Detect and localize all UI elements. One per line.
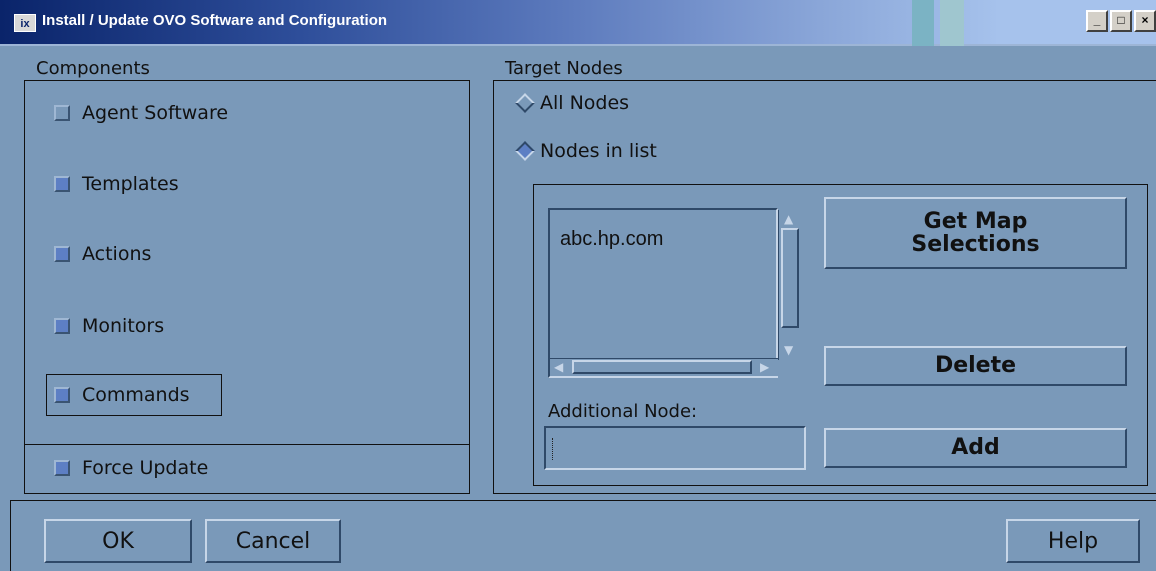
scroll-thumb[interactable] — [781, 228, 799, 328]
target-nodes-label: Target Nodes — [505, 58, 623, 79]
minimize-button[interactable]: _ — [1086, 10, 1108, 32]
components-divider — [24, 444, 470, 445]
radio-diamond[interactable] — [515, 93, 535, 113]
ok-button[interactable]: OK — [44, 519, 192, 563]
titlebar-accent — [940, 0, 964, 46]
app-icon: ix — [14, 14, 36, 32]
checkbox-label: Agent Software — [82, 102, 229, 124]
close-button[interactable]: × — [1134, 10, 1156, 32]
maximize-button[interactable]: □ — [1110, 10, 1132, 32]
radio-all-nodes[interactable]: All Nodes — [515, 92, 630, 114]
checkbox-box[interactable] — [54, 105, 70, 121]
scroll-down-icon[interactable]: ▼ — [784, 344, 793, 356]
vertical-scrollbar[interactable]: ▲ ▼ — [778, 210, 802, 360]
checkbox-force-update[interactable]: Force Update — [54, 457, 208, 479]
checkbox-templates[interactable]: Templates — [54, 173, 179, 195]
scroll-up-icon[interactable]: ▲ — [784, 213, 793, 225]
checkbox-box[interactable] — [54, 387, 70, 403]
horizontal-scrollbar[interactable]: ◀ ▶ — [550, 358, 778, 376]
checkbox-label: Templates — [82, 173, 179, 195]
titlebar-accent — [912, 0, 934, 46]
checkbox-commands[interactable]: Commands — [54, 384, 190, 406]
scroll-left-icon[interactable]: ◀ — [554, 361, 563, 373]
checkbox-label: Force Update — [82, 457, 209, 479]
radio-label: Nodes in list — [540, 140, 657, 162]
checkbox-monitors[interactable]: Monitors — [54, 315, 164, 337]
delete-button[interactable]: Delete — [824, 346, 1127, 386]
checkbox-box[interactable] — [54, 460, 70, 476]
checkbox-label: Actions — [82, 243, 152, 265]
checkbox-label: Monitors — [82, 315, 165, 337]
radio-nodes-in-list[interactable]: Nodes in list — [515, 140, 657, 162]
checkbox-box[interactable] — [54, 246, 70, 262]
scroll-thumb[interactable] — [572, 360, 752, 374]
additional-node-input[interactable] — [544, 426, 806, 470]
node-list[interactable]: abc.hp.com ▲ ▼ ◀ ▶ — [548, 208, 802, 378]
components-label: Components — [36, 58, 150, 79]
title-bar[interactable]: ix Install / Update OVO Software and Con… — [0, 0, 1156, 46]
additional-node-label: Additional Node: — [548, 401, 698, 422]
checkbox-label: Commands — [82, 384, 190, 406]
window-title: Install / Update OVO Software and Config… — [42, 12, 388, 29]
checkbox-box[interactable] — [54, 176, 70, 192]
radio-diamond[interactable] — [515, 141, 535, 161]
checkbox-actions[interactable]: Actions — [54, 243, 151, 265]
text-cursor-icon — [552, 438, 554, 460]
scroll-right-icon[interactable]: ▶ — [760, 361, 769, 373]
components-frame — [24, 80, 470, 494]
node-list-item[interactable]: abc.hp.com — [560, 228, 663, 251]
checkbox-box[interactable] — [54, 318, 70, 334]
get-map-selections-button[interactable]: Get Map Selections — [824, 197, 1127, 269]
help-button[interactable]: Help — [1006, 519, 1140, 563]
cancel-button[interactable]: Cancel — [205, 519, 341, 563]
radio-label: All Nodes — [540, 92, 630, 114]
add-button[interactable]: Add — [824, 428, 1127, 468]
checkbox-agent-software[interactable]: Agent Software — [54, 102, 228, 124]
